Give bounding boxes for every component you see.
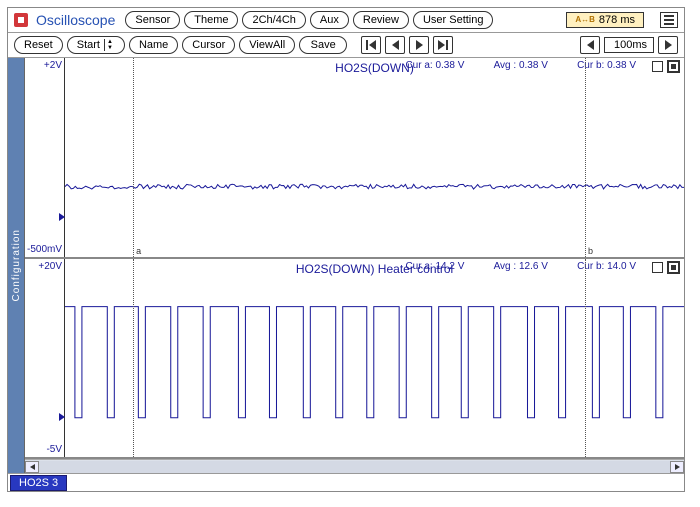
first-frame-button[interactable]	[361, 36, 381, 54]
control-toolbar: Reset Start ▲▼ Name Cursor ViewAll Save …	[8, 33, 684, 58]
panel2-plot[interactable]: HO2S(DOWN) Heater control Cur a: 14.2 V …	[65, 259, 684, 458]
panel1-y-top: +2V	[44, 60, 62, 71]
cursor-a-line[interactable]	[133, 58, 134, 257]
viewall-button[interactable]: ViewAll	[239, 36, 295, 54]
panel2-cura-value: 14.2 V	[435, 261, 464, 272]
cursor-b-line-2[interactable]	[585, 259, 586, 458]
status-tab[interactable]: HO2S 3	[10, 475, 67, 491]
panel1-readouts: Cur a: 0.38 V Avg : 0.38 V Cur b: 0.38 V	[405, 60, 636, 71]
name-button[interactable]: Name	[129, 36, 178, 54]
panel1-y-bot: -500mV	[27, 244, 62, 255]
theme-button[interactable]: Theme	[184, 11, 238, 29]
scroll-left-icon[interactable]	[25, 461, 39, 473]
cursor-button[interactable]: Cursor	[182, 36, 235, 54]
review-button[interactable]: Review	[353, 11, 409, 29]
panel1-avg-value: 0.38 V	[519, 60, 548, 71]
status-bar: HO2S 3	[8, 473, 684, 491]
panel1-cura-value: 0.38 V	[435, 60, 464, 71]
panel1-checkbox[interactable]	[652, 61, 663, 72]
timebase-decrease-button[interactable]	[580, 36, 600, 54]
panel1-waveform	[65, 58, 684, 257]
reset-button[interactable]: Reset	[14, 36, 63, 54]
ab-span-value: 878 ms	[599, 14, 635, 26]
prev-frame-button[interactable]	[385, 36, 405, 54]
app-title: Oscilloscope	[36, 12, 115, 28]
cursor-b-line[interactable]	[585, 58, 586, 257]
header-toolbar: Oscilloscope Sensor Theme 2Ch/4Ch Aux Re…	[8, 8, 684, 33]
panel2-y-bot: -5V	[46, 444, 62, 455]
save-button[interactable]: Save	[299, 36, 347, 54]
ab-icon: A↔B	[575, 16, 595, 24]
panel2-controls	[652, 261, 680, 274]
cursor-a-label: a	[136, 246, 141, 256]
timebase-display[interactable]: 100ms	[604, 37, 654, 53]
start-label: Start	[77, 38, 100, 52]
panel1-title: HO2S(DOWN)	[335, 61, 414, 75]
scope-panel-1: +2V -500mV HO2S(DOWN) Cur a: 0.38 V Avg …	[25, 58, 684, 259]
next-frame-button[interactable]	[409, 36, 429, 54]
panel2-checkbox[interactable]	[652, 262, 663, 273]
panel2-avg-label: Avg :	[494, 261, 517, 272]
panel2-maximize-icon[interactable]	[667, 261, 680, 274]
plots-area: +2V -500mV HO2S(DOWN) Cur a: 0.38 V Avg …	[24, 58, 684, 473]
panel2-waveform	[65, 259, 684, 458]
sensor-button[interactable]: Sensor	[125, 11, 180, 29]
panel1-y-axis: +2V -500mV	[25, 58, 65, 257]
menu-icon[interactable]	[660, 12, 678, 28]
app-icon	[14, 13, 28, 27]
app-window: Oscilloscope Sensor Theme 2Ch/4Ch Aux Re…	[7, 7, 685, 492]
channel-toggle-button[interactable]: 2Ch/4Ch	[242, 11, 305, 29]
panel1-plot[interactable]: HO2S(DOWN) Cur a: 0.38 V Avg : 0.38 V Cu…	[65, 58, 684, 257]
panel1-controls	[652, 60, 680, 73]
last-frame-button[interactable]	[433, 36, 453, 54]
scroll-right-icon[interactable]	[670, 461, 684, 473]
panel2-cura-label: Cur a:	[405, 261, 432, 272]
config-sidebar[interactable]: Configuration	[8, 58, 24, 473]
workspace: Configuration +2V -500mV HO2S(DOWN) Cur …	[8, 58, 684, 473]
panel2-curb-value: 14.0 V	[607, 261, 636, 272]
panel2-y-top: +20V	[38, 261, 62, 272]
horizontal-scrollbar[interactable]	[25, 459, 684, 473]
panel1-avg-label: Avg :	[494, 60, 517, 71]
panel2-curb-label: Cur b:	[577, 261, 604, 272]
scroll-track[interactable]	[39, 461, 670, 473]
config-sidebar-label: Configuration	[11, 229, 22, 301]
panel1-maximize-icon[interactable]	[667, 60, 680, 73]
panel2-avg-value: 12.6 V	[519, 261, 548, 272]
timebase-increase-button[interactable]	[658, 36, 678, 54]
start-selector[interactable]: Start ▲▼	[67, 36, 125, 54]
user-setting-button[interactable]: User Setting	[413, 11, 494, 29]
panel2-readouts: Cur a: 14.2 V Avg : 12.6 V Cur b: 14.0 V	[405, 261, 636, 272]
panel1-cura-label: Cur a:	[405, 60, 432, 71]
scope-panel-2: +20V -5V HO2S(DOWN) Heater control Cur a…	[25, 259, 684, 460]
panel2-y-axis: +20V -5V	[25, 259, 65, 458]
ab-span-display: A↔B 878 ms	[566, 12, 644, 28]
aux-button[interactable]: Aux	[310, 11, 349, 29]
cursor-b-label: b	[588, 246, 593, 256]
panel1-curb-label: Cur b:	[577, 60, 604, 71]
cursor-a-line-2[interactable]	[133, 259, 134, 458]
panel1-curb-value: 0.38 V	[607, 60, 636, 71]
